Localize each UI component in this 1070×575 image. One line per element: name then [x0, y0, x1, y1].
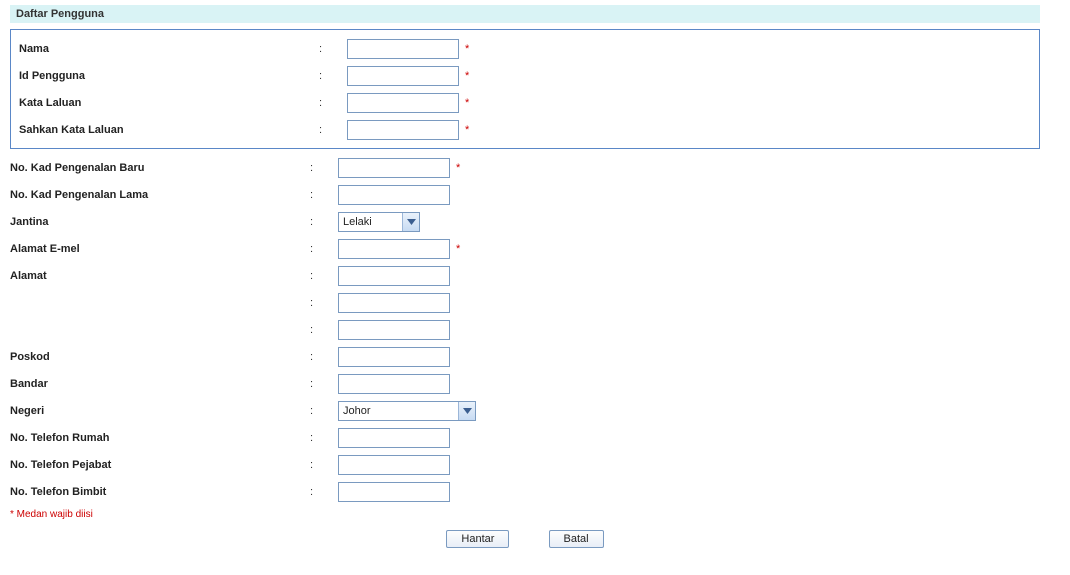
row-emel: Alamat E-mel : *	[10, 236, 1040, 262]
row-nama: Nama : *	[19, 36, 1031, 62]
row-id-pengguna: Id Pengguna : *	[19, 63, 1031, 89]
colon: :	[310, 270, 338, 282]
tel-bimbit-input[interactable]	[338, 482, 450, 502]
jantina-selected: Lelaki	[339, 216, 376, 228]
colon: :	[319, 43, 347, 55]
label-bandar: Bandar	[10, 378, 310, 390]
colon: :	[319, 70, 347, 82]
required-marker: *	[456, 162, 460, 174]
colon: :	[310, 405, 338, 417]
negeri-select[interactable]: Johor	[338, 401, 476, 421]
colon: :	[310, 378, 338, 390]
emel-input[interactable]	[338, 239, 450, 259]
negeri-selected: Johor	[339, 405, 375, 417]
chevron-down-icon	[458, 402, 475, 420]
row-sahkan-kata-laluan: Sahkan Kata Laluan : *	[19, 117, 1031, 143]
required-marker: *	[465, 43, 469, 55]
label-tel-bimbit: No. Telefon Bimbit	[10, 486, 310, 498]
row-kata-laluan: Kata Laluan : *	[19, 90, 1031, 116]
row-bandar: Bandar :	[10, 371, 1040, 397]
label-tel-pejabat: No. Telefon Pejabat	[10, 459, 310, 471]
label-tel-rumah: No. Telefon Rumah	[10, 432, 310, 444]
label-kp-lama: No. Kad Pengenalan Lama	[10, 189, 310, 201]
colon: :	[310, 324, 338, 336]
row-poskod: Poskod :	[10, 344, 1040, 370]
kata-laluan-input[interactable]	[347, 93, 459, 113]
required-note: * Medan wajib diisi	[10, 509, 1040, 520]
row-alamat-3: :	[10, 317, 1040, 343]
required-marker: *	[456, 243, 460, 255]
row-tel-pejabat: No. Telefon Pejabat :	[10, 452, 1040, 478]
cancel-button[interactable]: Batal	[549, 530, 604, 548]
row-tel-rumah: No. Telefon Rumah :	[10, 425, 1040, 451]
colon: :	[310, 216, 338, 228]
row-alamat-1: Alamat :	[10, 263, 1040, 289]
chevron-down-icon	[402, 213, 419, 231]
label-alamat: Alamat	[10, 270, 310, 282]
required-marker: *	[465, 97, 469, 109]
required-marker: *	[465, 124, 469, 136]
alamat-line3-input[interactable]	[338, 320, 450, 340]
colon: :	[319, 124, 347, 136]
credentials-box: Nama : * Id Pengguna : * Kata Laluan : *	[10, 29, 1040, 149]
id-pengguna-input[interactable]	[347, 66, 459, 86]
alamat-line2-input[interactable]	[338, 293, 450, 313]
row-negeri: Negeri : Johor	[10, 398, 1040, 424]
colon: :	[310, 243, 338, 255]
label-negeri: Negeri	[10, 405, 310, 417]
alamat-line1-input[interactable]	[338, 266, 450, 286]
row-kp-baru: No. Kad Pengenalan Baru : *	[10, 155, 1040, 181]
kp-baru-input[interactable]	[338, 158, 450, 178]
jantina-select[interactable]: Lelaki	[338, 212, 420, 232]
colon: :	[310, 351, 338, 363]
page-title: Daftar Pengguna	[10, 5, 1040, 23]
label-jantina: Jantina	[10, 216, 310, 228]
row-alamat-2: :	[10, 290, 1040, 316]
colon: :	[310, 297, 338, 309]
button-row: Hantar Batal	[10, 530, 1040, 548]
row-jantina: Jantina : Lelaki	[10, 209, 1040, 235]
colon: :	[319, 97, 347, 109]
colon: :	[310, 459, 338, 471]
submit-button[interactable]: Hantar	[446, 530, 509, 548]
colon: :	[310, 189, 338, 201]
colon: :	[310, 162, 338, 174]
tel-pejabat-input[interactable]	[338, 455, 450, 475]
sahkan-kata-laluan-input[interactable]	[347, 120, 459, 140]
label-nama: Nama	[19, 43, 319, 55]
tel-rumah-input[interactable]	[338, 428, 450, 448]
label-kp-baru: No. Kad Pengenalan Baru	[10, 162, 310, 174]
label-kata-laluan: Kata Laluan	[19, 97, 319, 109]
poskod-input[interactable]	[338, 347, 450, 367]
nama-input[interactable]	[347, 39, 459, 59]
required-marker: *	[465, 70, 469, 82]
colon: :	[310, 486, 338, 498]
bandar-input[interactable]	[338, 374, 450, 394]
label-sahkan-kata-laluan: Sahkan Kata Laluan	[19, 124, 319, 136]
row-tel-bimbit: No. Telefon Bimbit :	[10, 479, 1040, 505]
kp-lama-input[interactable]	[338, 185, 450, 205]
label-id-pengguna: Id Pengguna	[19, 70, 319, 82]
label-poskod: Poskod	[10, 351, 310, 363]
colon: :	[310, 432, 338, 444]
label-emel: Alamat E-mel	[10, 243, 310, 255]
row-kp-lama: No. Kad Pengenalan Lama :	[10, 182, 1040, 208]
